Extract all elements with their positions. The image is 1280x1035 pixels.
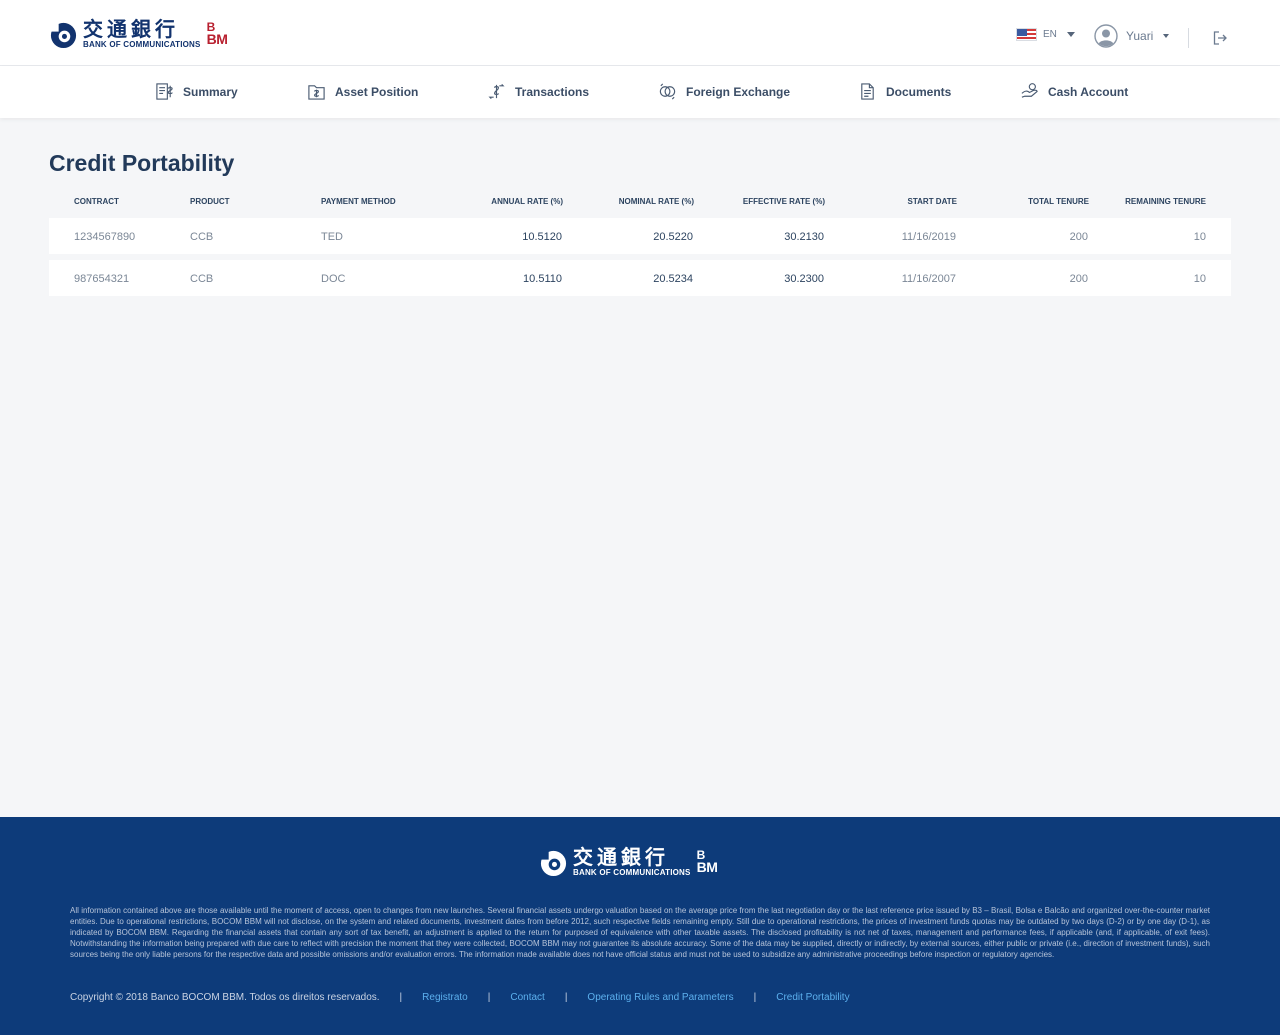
bank-logo[interactable]: 交通銀行 BANK OF COMMUNICATIONS B BM <box>49 17 228 50</box>
cell-contract: 987654321 <box>74 273 130 285</box>
user-name: Yuari <box>1126 29 1154 43</box>
cell-effective-rate: 30.2130 <box>784 231 824 243</box>
nav-item-label: Cash Account <box>1048 84 1129 99</box>
table-row[interactable]: 987654321 CCB DOC 10.5110 20.5234 30.230… <box>49 260 1231 296</box>
us-flag-icon <box>1016 28 1037 41</box>
footer-link-operating-rules[interactable]: Operating Rules and Parameters <box>587 992 733 1003</box>
legal-disclaimer: All information contained above are thos… <box>70 906 1210 959</box>
footer-logo: 交通銀行 BANK OF COMMUNICATIONS B BM <box>539 845 718 877</box>
column-header-total-tenure[interactable]: TOTAL TENURE <box>1028 197 1089 206</box>
nav-item-cash-account[interactable]: Cash Account <box>1020 82 1128 101</box>
footer-bottom-bar: Copyright © 2018 Banco BOCOM BBM. Todos … <box>70 992 850 1003</box>
documents-icon <box>861 83 874 100</box>
column-header-effective-rate[interactable]: EFFECTIVE RATE (%) <box>743 197 825 206</box>
foreign-exchange-icon <box>659 83 676 100</box>
cell-total-tenure: 200 <box>1069 231 1088 243</box>
bbm-logo: B BM <box>206 19 228 48</box>
chevron-down-icon <box>1066 32 1075 37</box>
top-header: 交通銀行 BANK OF COMMUNICATIONS B BM EN Yuar… <box>0 0 1280 66</box>
asset-position-icon <box>308 85 325 100</box>
nav-item-foreign-exchange[interactable]: Foreign Exchange <box>658 82 790 101</box>
nav-item-label: Asset Position <box>335 84 419 99</box>
footer-separator: | <box>753 992 757 1003</box>
nav-item-summary[interactable]: Summary <box>155 82 238 101</box>
main-nav: Summary Asset Position Transactions Fore… <box>0 66 1280 118</box>
cell-product: CCB <box>190 273 214 285</box>
cell-remaining-tenure: 10 <box>1193 273 1206 285</box>
logout-icon[interactable] <box>1212 30 1228 46</box>
language-label: EN <box>1043 29 1057 40</box>
cell-contract: 1234567890 <box>74 231 136 243</box>
footer-separator: | <box>399 992 403 1003</box>
nav-item-transactions[interactable]: Transactions <box>487 82 589 101</box>
cell-nominal-rate: 20.5220 <box>653 231 693 243</box>
transactions-icon <box>488 83 505 100</box>
nav-item-label: Summary <box>183 84 238 99</box>
footer-link-contact[interactable]: Contact <box>510 992 544 1003</box>
bbm-logo: B BM <box>696 847 718 876</box>
cell-annual-rate: 10.5120 <box>522 231 562 243</box>
bank-logo-mark-icon <box>540 849 567 876</box>
nav-item-documents[interactable]: Documents <box>858 82 951 101</box>
cell-payment-method: DOC <box>321 273 346 285</box>
column-header-start-date[interactable]: START DATE <box>908 197 957 206</box>
summary-icon <box>156 83 173 100</box>
footer-link-registrato[interactable]: Registrato <box>422 992 468 1003</box>
column-header-nominal-rate[interactable]: NOMINAL RATE (%) <box>619 197 694 206</box>
nav-item-label: Foreign Exchange <box>686 84 791 99</box>
cell-product: CCB <box>190 231 214 243</box>
nav-item-label: Documents <box>886 84 952 99</box>
user-menu[interactable]: Yuari <box>1094 24 1170 48</box>
logo-english-text: BANK OF COMMUNICATIONS <box>573 868 691 877</box>
avatar-icon <box>1094 24 1118 48</box>
cell-total-tenure: 200 <box>1069 273 1088 285</box>
cell-annual-rate: 10.5110 <box>523 273 562 285</box>
cell-start-date: 11/16/2019 <box>901 231 956 243</box>
logo-chinese-text: 交通銀行 <box>83 17 179 41</box>
language-selector[interactable]: EN <box>1016 28 1075 41</box>
footer-link-credit-portability[interactable]: Credit Portability <box>776 992 849 1003</box>
cell-nominal-rate: 20.5234 <box>653 273 693 285</box>
logo-english-text: BANK OF COMMUNICATIONS <box>83 40 201 49</box>
nav-item-asset-position[interactable]: Asset Position <box>307 82 418 101</box>
column-header-payment-method[interactable]: PAYMENT METHOD <box>321 197 396 206</box>
chevron-down-icon <box>1163 34 1170 38</box>
copyright-text: Copyright © 2018 Banco BOCOM BBM. Todos … <box>70 992 380 1003</box>
cell-start-date: 11/16/2007 <box>901 273 956 285</box>
cell-effective-rate: 30.2300 <box>784 273 824 285</box>
column-header-contract[interactable]: CONTRACT <box>74 197 119 206</box>
column-header-remaining-tenure[interactable]: REMAINING TENURE <box>1125 197 1206 206</box>
nav-item-label: Transactions <box>515 84 590 99</box>
cell-remaining-tenure: 10 <box>1193 231 1206 243</box>
footer-separator: | <box>564 992 568 1003</box>
table-row[interactable]: 1234567890 CCB TED 10.5120 20.5220 30.21… <box>49 218 1231 254</box>
cash-account-icon <box>1021 83 1038 98</box>
column-header-product[interactable]: PRODUCT <box>190 197 230 206</box>
page-title: Credit Portability <box>49 150 235 176</box>
bank-logo-mark-icon <box>50 21 77 48</box>
footer: 交通銀行 BANK OF COMMUNICATIONS B BM All inf… <box>0 817 1280 1035</box>
footer-separator: | <box>487 992 491 1003</box>
logo-chinese-text: 交通銀行 <box>573 845 669 869</box>
header-divider <box>1188 28 1189 48</box>
cell-payment-method: TED <box>321 231 343 243</box>
column-header-annual-rate[interactable]: ANNUAL RATE (%) <box>491 197 563 206</box>
